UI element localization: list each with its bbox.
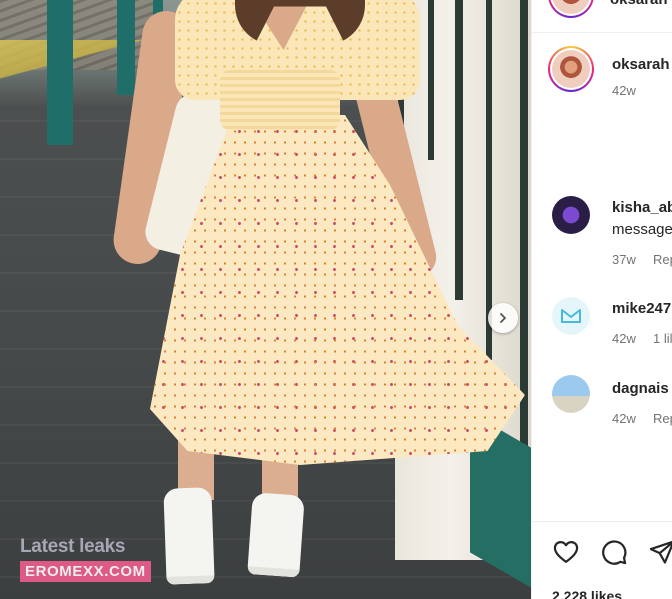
comment-time: 37w — [612, 252, 636, 267]
actions-divider — [532, 521, 672, 522]
person — [0, 0, 531, 599]
watermark-badge: EROMEXX.COM — [20, 561, 151, 582]
reply-button[interactable]: Rep — [653, 411, 672, 426]
comment-avatar[interactable] — [552, 196, 590, 234]
caption-username[interactable]: oksarah — [612, 56, 670, 73]
watermark-text: Latest leaks — [20, 536, 126, 557]
post-image[interactable]: Latest leaks EROMEXX.COM — [0, 0, 531, 599]
chevron-right-icon — [500, 313, 506, 323]
watermark: Latest leaks EROMEXX.COM — [20, 536, 151, 582]
carousel-next-button[interactable] — [488, 303, 518, 333]
comment-avatar[interactable] — [552, 375, 590, 413]
header-avatar[interactable] — [548, 0, 594, 18]
comment-likes[interactable]: 1 lil — [653, 331, 672, 346]
smocked-waist — [220, 70, 340, 130]
comment-text: message — [612, 221, 672, 238]
header-username[interactable]: oksarah — [610, 0, 668, 8]
comment-username[interactable]: mike247 — [612, 300, 671, 317]
comment-username[interactable]: kisha_ab — [612, 199, 672, 216]
heart-icon[interactable] — [552, 538, 580, 566]
caption-time: 42w — [612, 83, 636, 98]
left-sneaker — [163, 487, 215, 585]
comment-username[interactable]: dagnais — [612, 380, 669, 397]
reply-button[interactable]: Rep — [653, 252, 672, 267]
comment-time: 42w — [612, 331, 636, 346]
envelope-logo-icon — [561, 309, 581, 323]
caption-avatar[interactable] — [548, 46, 594, 92]
likes-count[interactable]: 2,228 likes — [552, 588, 622, 599]
comment-avatar[interactable] — [552, 297, 590, 335]
send-icon[interactable] — [648, 538, 672, 566]
comment-time: 42w — [612, 411, 636, 426]
post-side-panel: oksarah oksarah 42w kisha_ab message 37w… — [531, 0, 672, 599]
header-divider — [532, 32, 672, 33]
right-sneaker — [247, 492, 305, 578]
comment-icon[interactable] — [600, 538, 628, 566]
